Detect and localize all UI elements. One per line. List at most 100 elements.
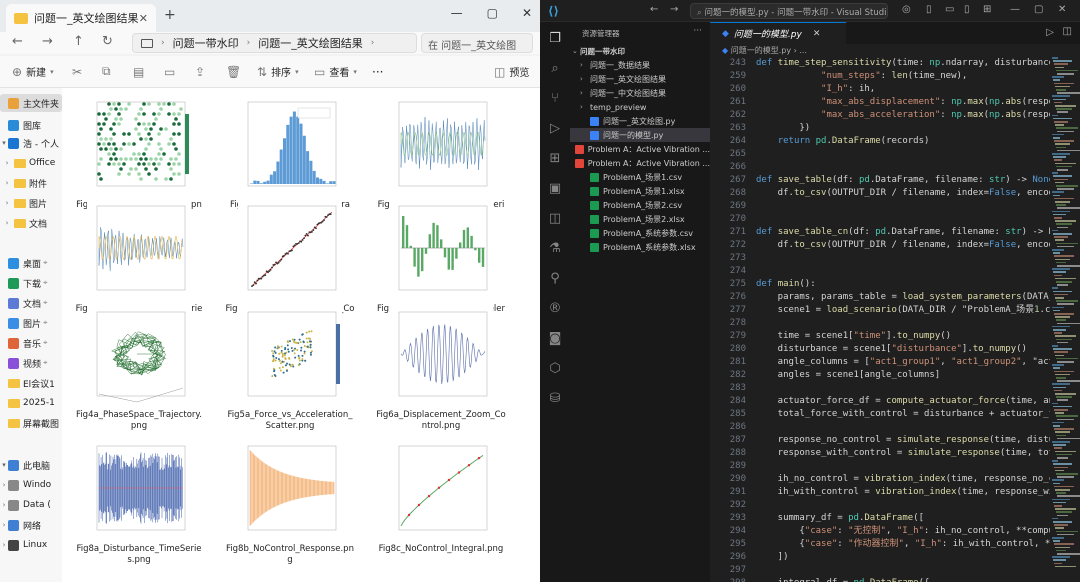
maximize-icon[interactable]: ▢ [1034, 4, 1043, 15]
chevron-right-icon[interactable]: › [580, 75, 590, 83]
chevron-right-icon[interactable]: › [580, 103, 590, 111]
code-line[interactable]: 265 [710, 148, 1080, 161]
chat-icon[interactable]: ◫ [546, 210, 564, 228]
nav-item[interactable]: › 图片 [0, 194, 62, 212]
code-line[interactable]: 284 actuator_force_df = compute_actuator… [710, 395, 1080, 408]
nav-item[interactable]: › Windo [0, 476, 62, 494]
layout-panel-icon[interactable]: ▭ [945, 4, 954, 15]
database-icon[interactable]: ⛁ [546, 390, 564, 408]
code-line[interactable]: 275 def main(): [710, 278, 1080, 291]
tree-item[interactable]: ProblemA_系统参数.csv [570, 226, 710, 240]
code-line[interactable]: 276 params, params_table = load_system_p… [710, 291, 1080, 304]
nav-item[interactable]: 视频 ⌖ [0, 354, 62, 372]
file-item[interactable]: Fig5a_Force_vs_Acceleration_Scatter.png [225, 304, 355, 432]
sort-button[interactable]: ⇅ 排序 ▾ [257, 64, 299, 80]
run-file-icon[interactable]: ▷ [1046, 27, 1054, 38]
nav-item[interactable]: 屏幕截图 [0, 414, 62, 432]
code-line[interactable]: 282 angles = scene1[angle_columns] [710, 369, 1080, 382]
python-icon[interactable]: ⚲ [546, 270, 564, 288]
chevron-right-icon[interactable]: › [0, 481, 8, 489]
file-item[interactable]: Fig8a_Disturbance_TimeSeries.png [74, 438, 204, 566]
nav-item[interactable]: › 附件 [0, 174, 62, 192]
tree-item[interactable]: ProblemA_系统参数.xlsx [570, 240, 710, 254]
layout-secondary-icon[interactable]: ▯ [964, 4, 970, 15]
explorer-tab[interactable]: 问题一_英文绘图结果 ✕ [6, 4, 156, 32]
close-tab-icon[interactable]: ✕ [813, 29, 821, 39]
nav-item[interactable]: 2025-1 [0, 394, 62, 412]
tree-item[interactable]: 问题一_英文绘图.py [570, 114, 710, 128]
testing-icon[interactable]: ⚗ [546, 240, 564, 258]
code-line[interactable]: 291 ih_with_control = vibration_index(ti… [710, 486, 1080, 499]
file-item[interactable]: Fig8c_NoControl_Integral.png [376, 438, 506, 555]
maximize-icon[interactable]: ▢ [487, 6, 498, 20]
minimap[interactable] [1050, 57, 1080, 577]
nav-item[interactable]: ▾ 浩 - 个人 [0, 134, 62, 152]
more-actions-icon[interactable]: ··· [693, 26, 702, 36]
search-icon[interactable]: ⌕ [546, 60, 564, 78]
code-line[interactable]: 280 disturbance = scene1["disturbance"].… [710, 343, 1080, 356]
tree-item[interactable]: ProblemA_场景1.csv [570, 170, 710, 184]
search-input[interactable]: 在 问题一_英文绘图 [421, 33, 533, 53]
refresh-icon[interactable]: ↻ [102, 34, 113, 49]
copy-icon[interactable]: ⧉ [102, 64, 111, 79]
tree-item[interactable]: › 问题一_数据结果 [570, 58, 710, 72]
tree-item[interactable]: 问题一的模型.py [570, 128, 710, 142]
code-line[interactable]: 285 total_force_with_control = disturban… [710, 408, 1080, 421]
chevron-right-icon[interactable]: › [0, 199, 14, 207]
nav-item[interactable]: 音乐 ⌖ [0, 334, 62, 352]
tree-item[interactable]: › 问题一_英文绘图结果 [570, 72, 710, 86]
code-line[interactable]: 297 [710, 564, 1080, 577]
tree-item[interactable]: Problem A：Active Vibration ... [570, 156, 710, 170]
back-icon[interactable]: ← [12, 34, 23, 49]
code-line[interactable]: 264 return pd.DataFrame(records) [710, 135, 1080, 148]
forward-icon[interactable]: → [670, 4, 678, 15]
nav-item[interactable]: ▾ 此电脑 [0, 456, 62, 474]
paste-icon[interactable]: ▤ [133, 65, 144, 79]
code-line[interactable]: 295 {"case": "作动器控制", "I_h": ih_with_con… [710, 538, 1080, 551]
code-line[interactable]: 281 angle_columns = ["act1_group1", "act… [710, 356, 1080, 369]
share-icon[interactable]: ⇪ [195, 65, 205, 79]
code-line[interactable]: 243 def time_step_sensitivity(time: np.nd… [710, 57, 1080, 70]
copilot-chat-icon[interactable]: ◙ [546, 330, 564, 348]
minimize-icon[interactable]: — [451, 6, 463, 20]
file-item[interactable]: Fig6a_Displacement_Zoom_Control.png [376, 304, 506, 432]
nav-item[interactable]: 文档 ⌖ [0, 294, 62, 312]
tree-item[interactable]: Problem A：Active Vibration ... [570, 142, 710, 156]
nav-item[interactable]: 下载 ⌖ [0, 274, 62, 292]
rename-icon[interactable]: ▭ [164, 65, 175, 79]
containers-icon[interactable]: ⬡ [546, 360, 564, 378]
chevron-down-icon[interactable]: ▾ [0, 139, 8, 147]
code-line[interactable]: 298 integral_df = pd.DataFrame({ [710, 577, 1080, 582]
view-button[interactable]: ▭ 查看 ▾ [314, 64, 357, 80]
chevron-right-icon[interactable]: › [580, 89, 590, 97]
address-field[interactable]: › 问题一带水印 › 问题一_英文绘图结果 › [132, 33, 417, 53]
nav-item[interactable]: 桌面 ⌖ [0, 254, 62, 272]
nav-item[interactable]: 图库 [0, 116, 62, 134]
code-line[interactable]: 292 [710, 499, 1080, 512]
forward-icon[interactable]: → [42, 34, 53, 49]
code-line[interactable]: 270 [710, 213, 1080, 226]
close-tab-icon[interactable]: ✕ [139, 12, 148, 25]
code-lines[interactable]: 243 def time_step_sensitivity(time: np.nd… [710, 57, 1080, 582]
chevron-right-icon[interactable]: › [0, 521, 8, 529]
code-line[interactable]: 263 }) [710, 122, 1080, 135]
chevron-right-icon[interactable]: › [0, 501, 8, 509]
code-line[interactable]: 269 [710, 200, 1080, 213]
editor-breadcrumb[interactable]: ◆ 问题一的模型.py › ... [722, 45, 807, 56]
code-line[interactable]: 279 time = scene1["time"].to_numpy() [710, 330, 1080, 343]
tree-item[interactable]: ProblemA_场景1.xlsx [570, 184, 710, 198]
git-graph-icon[interactable]: ® [546, 300, 564, 318]
new-tab-icon[interactable]: + [164, 7, 176, 23]
nav-item[interactable]: › 网络 [0, 516, 62, 534]
more-options-icon[interactable]: ··· [372, 65, 383, 79]
chevron-right-icon[interactable]: › [0, 219, 14, 227]
back-icon[interactable]: ← [650, 4, 658, 15]
chevron-right-icon[interactable]: › [580, 61, 590, 69]
close-window-icon[interactable]: ✕ [1058, 4, 1066, 15]
breadcrumb-item[interactable]: 问题一_英文绘图结果 [258, 35, 363, 51]
chevron-right-icon[interactable]: › [0, 541, 8, 549]
code-line[interactable]: 262 "max_abs_acceleration": np.max(np.ab… [710, 109, 1080, 122]
tree-item[interactable]: › 问题一_中文绘图结果 [570, 86, 710, 100]
code-line[interactable]: 273 [710, 252, 1080, 265]
code-line[interactable]: 290 ih_no_control = vibration_index(time… [710, 473, 1080, 486]
